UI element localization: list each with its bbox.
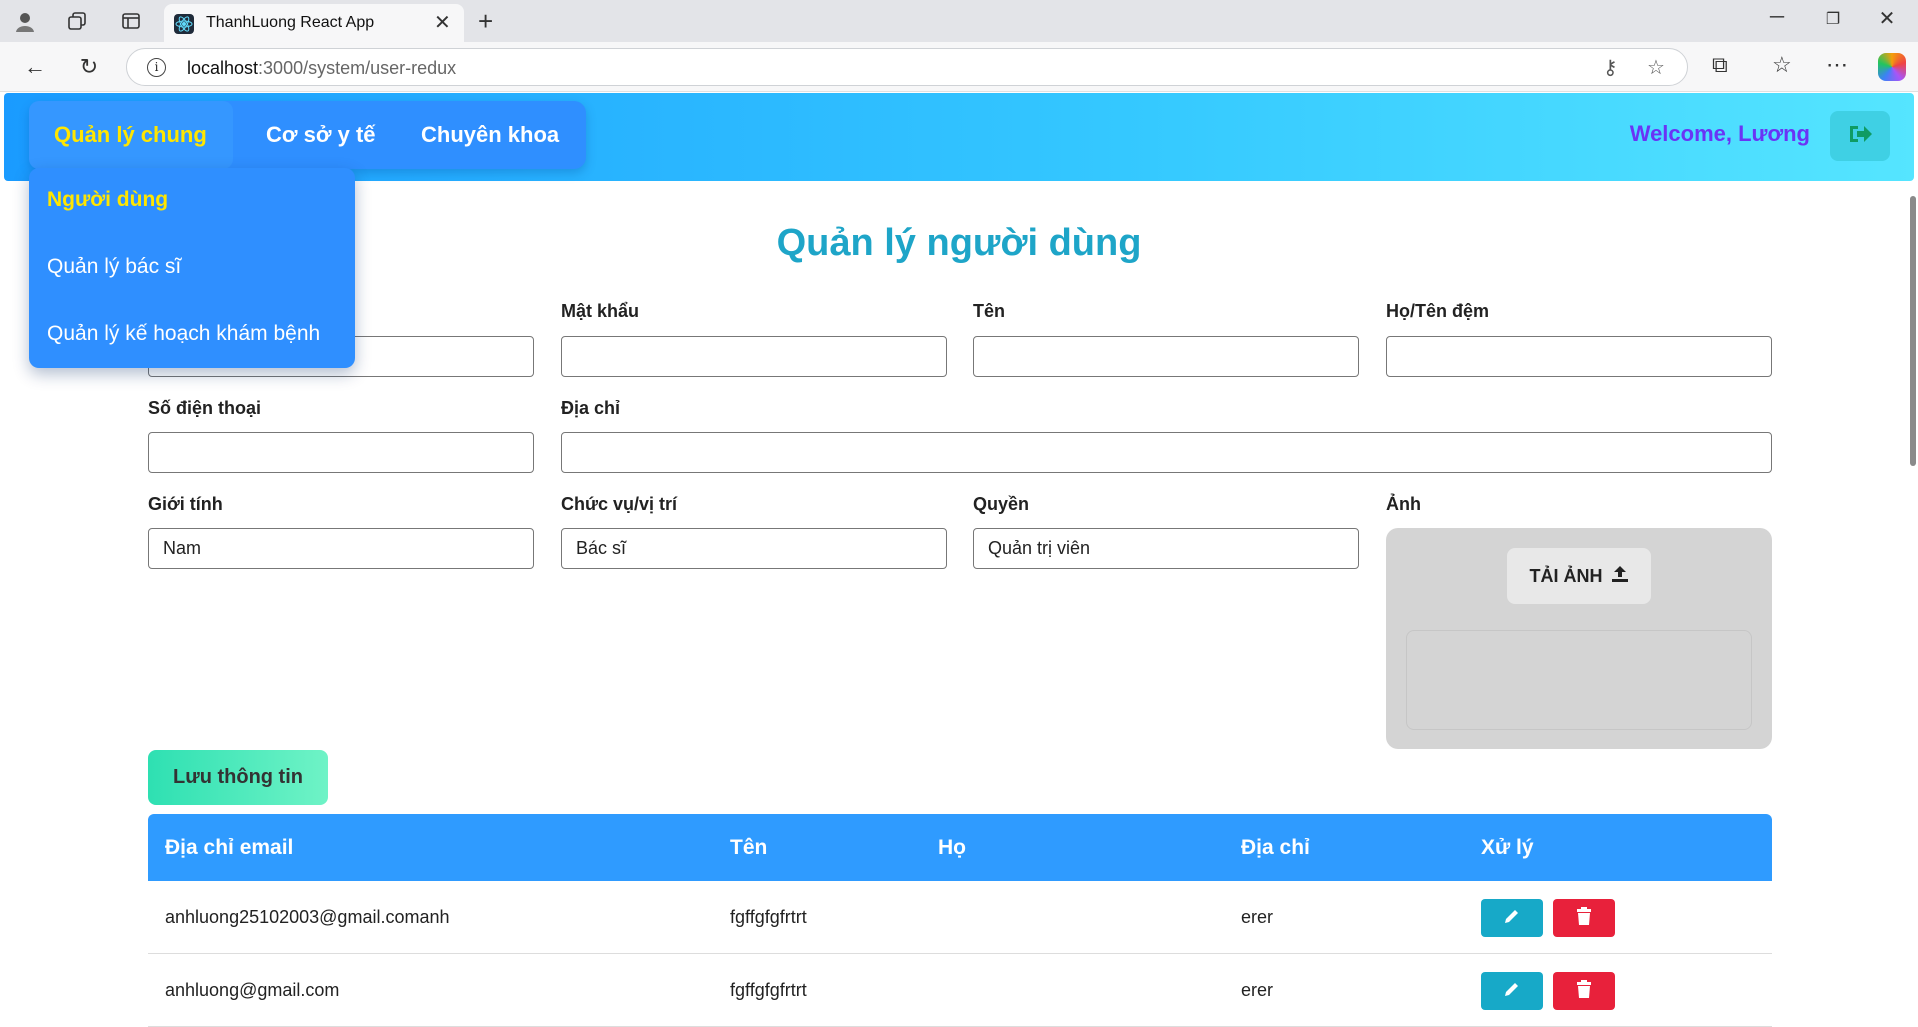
minimize-icon[interactable]: ─: [1762, 6, 1792, 29]
more-menu-icon[interactable]: ⋯: [1826, 52, 1848, 78]
users-table: Địa chỉ email Tên Họ Địa chỉ Xử lý anhlu…: [148, 814, 1772, 1027]
key-icon[interactable]: ⚷: [1603, 55, 1618, 80]
phone-field[interactable]: [148, 432, 534, 473]
column-header-address: Địa chỉ: [1241, 836, 1310, 859]
address-field[interactable]: [561, 432, 1772, 473]
first-name-label: Tên: [973, 301, 1006, 321]
column-header-actions: Xử lý: [1481, 836, 1534, 859]
workspaces-icon[interactable]: [64, 8, 90, 34]
upload-image-button[interactable]: TẢI ẢNH: [1507, 548, 1651, 604]
copilot-icon[interactable]: [1878, 53, 1906, 81]
phone-label: Số điện thoại: [148, 398, 262, 418]
delete-button[interactable]: [1553, 972, 1615, 1010]
edit-button[interactable]: [1481, 899, 1543, 937]
save-button[interactable]: Lưu thông tin: [148, 750, 328, 805]
favorite-star-icon[interactable]: ☆: [1647, 55, 1665, 80]
back-icon[interactable]: ←: [20, 52, 50, 82]
cell-first-name: fgffgfgfrtrt: [730, 980, 807, 1000]
password-label: Mật khẩu: [561, 301, 640, 321]
dropdown-item-schedule-management[interactable]: Quản lý kế hoạch khám bệnh: [47, 322, 320, 346]
url-text: localhost:3000/system/user-redux: [187, 58, 457, 78]
image-label: Ảnh: [1386, 494, 1421, 514]
browser-tab[interactable]: ThanhLuong React App ✕: [164, 4, 464, 42]
role-label: Quyền: [973, 494, 1030, 514]
tab-close-icon[interactable]: ✕: [434, 10, 451, 35]
position-label: Chức vụ/vị trí: [561, 494, 678, 514]
main-menu: Quản lý chung Cơ sở y tế Chuyên khoa: [29, 101, 586, 169]
upload-label: TẢI ẢNH: [1529, 565, 1603, 586]
gender-label: Giới tính: [148, 494, 223, 514]
column-header-email: Địa chỉ email: [165, 836, 294, 859]
trash-icon: [1576, 979, 1592, 1003]
password-field[interactable]: [561, 336, 947, 377]
image-preview: [1406, 630, 1752, 730]
pencil-icon: [1503, 907, 1521, 930]
cell-address: erer: [1241, 980, 1274, 1000]
last-name-field[interactable]: [1386, 336, 1772, 377]
new-tab-icon[interactable]: +: [478, 6, 493, 37]
address-label: Địa chỉ: [561, 398, 621, 418]
cell-email: anhluong@gmail.com: [165, 980, 340, 1000]
react-logo-icon: [174, 14, 194, 34]
table-header: Địa chỉ email Tên Họ Địa chỉ Xử lý: [148, 814, 1772, 881]
dropdown-item-users[interactable]: Người dùng: [47, 188, 168, 212]
reload-icon[interactable]: ↻: [74, 52, 104, 82]
window-close-icon[interactable]: ✕: [1872, 6, 1902, 31]
cell-email: anhluong25102003@gmail.comanh: [165, 907, 450, 927]
delete-button[interactable]: [1553, 899, 1615, 937]
edit-button[interactable]: [1481, 972, 1543, 1010]
image-upload-panel: TẢI ẢNH: [1386, 528, 1772, 749]
gender-select[interactable]: Nam: [148, 528, 534, 569]
last-name-label: Họ/Tên đệm: [1386, 301, 1490, 321]
trash-icon: [1576, 906, 1592, 930]
column-header-last-name: Họ: [938, 836, 966, 859]
column-header-first-name: Tên: [730, 836, 768, 859]
welcome-text: Welcome, Lương: [1629, 121, 1810, 146]
menu-specialties[interactable]: Chuyên khoa: [396, 101, 584, 169]
cell-first-name: fgffgfgfrtrt: [730, 907, 807, 927]
site-info-icon[interactable]: i: [147, 58, 166, 77]
cell-address: erer: [1241, 907, 1274, 927]
profile-avatar-icon[interactable]: [12, 8, 38, 34]
pencil-icon: [1503, 980, 1521, 1003]
page-scrollbar[interactable]: [1910, 196, 1916, 466]
upload-icon: [1611, 565, 1629, 588]
position-select[interactable]: Bác sĩ: [561, 528, 947, 569]
restore-icon[interactable]: ❐: [1818, 9, 1848, 29]
menu-general-management[interactable]: Quản lý chung: [29, 101, 233, 169]
general-management-dropdown: Người dùng Quản lý bác sĩ Quản lý kế hoạ…: [29, 168, 355, 368]
logout-button[interactable]: [1830, 111, 1890, 161]
vertical-tabs-icon[interactable]: [118, 8, 144, 34]
role-select[interactable]: Quản trị viên: [973, 528, 1359, 569]
favorites-icon[interactable]: ☆: [1772, 52, 1792, 78]
dropdown-item-doctor-management[interactable]: Quản lý bác sĩ: [47, 255, 181, 279]
menu-clinics[interactable]: Cơ sở y tế: [241, 101, 401, 169]
sign-out-icon: [1848, 123, 1872, 150]
extensions-icon[interactable]: ⧉: [1712, 52, 1728, 78]
first-name-field[interactable]: [973, 336, 1359, 377]
browser-tab-bar: ThanhLuong React App ✕ + ─ ❐ ✕: [0, 0, 1918, 42]
tab-title: ThanhLuong React App: [206, 14, 375, 31]
url-field[interactable]: i localhost:3000/system/user-redux ⚷ ☆: [126, 48, 1688, 86]
browser-address-bar: ← ↻ i localhost:3000/system/user-redux ⚷…: [0, 42, 1918, 92]
